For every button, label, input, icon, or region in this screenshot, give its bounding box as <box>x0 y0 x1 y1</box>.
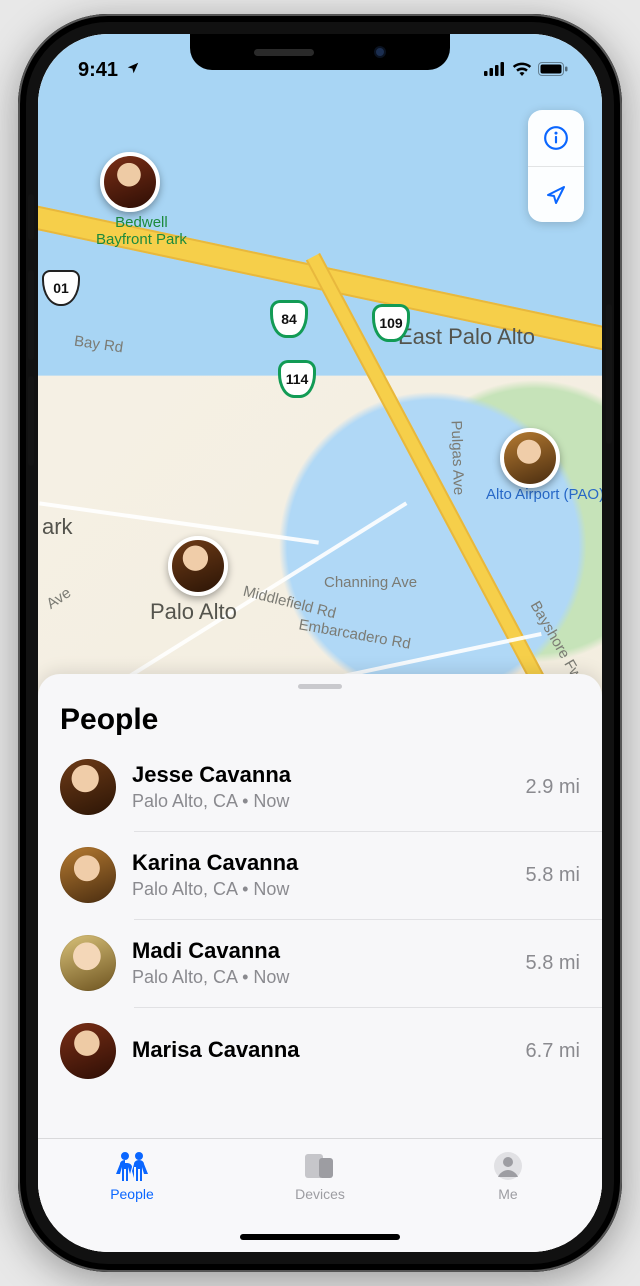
map-pin-jesse[interactable] <box>168 536 228 596</box>
people-row-karina[interactable]: Karina Cavanna Palo Alto, CA • Now 5.8 m… <box>38 831 602 919</box>
people-row-madi[interactable]: Madi Cavanna Palo Alto, CA • Now 5.8 mi <box>38 919 602 1007</box>
row-text: Jesse Cavanna Palo Alto, CA • Now <box>132 762 510 811</box>
home-indicator[interactable] <box>240 1234 400 1240</box>
map-locate-button[interactable] <box>528 166 584 222</box>
screen: 9:41 <box>38 34 602 1252</box>
tab-label: People <box>110 1186 154 1202</box>
person-name: Madi Cavanna <box>132 938 510 964</box>
volume-up-button <box>28 270 34 360</box>
person-subtitle: Palo Alto, CA • Now <box>132 791 510 812</box>
tab-devices[interactable]: Devices <box>227 1149 413 1202</box>
status-time-group: 9:41 <box>78 59 140 82</box>
person-subtitle: Palo Alto, CA • Now <box>132 879 510 900</box>
person-distance: 5.8 mi <box>526 952 580 975</box>
map-label-ark: ark <box>42 514 73 540</box>
row-text: Karina Cavanna Palo Alto, CA • Now <box>132 850 510 899</box>
map-label-east-palo-alto: East Palo Alto <box>398 324 535 350</box>
person-distance: 6.7 mi <box>526 1040 580 1063</box>
speaker-grille <box>254 49 314 56</box>
person-distance: 2.9 mi <box>526 776 580 799</box>
wifi-icon <box>512 59 532 82</box>
iphone-frame: 9:41 <box>18 14 622 1272</box>
person-name: Karina Cavanna <box>132 850 510 876</box>
route-shield-114: 114 <box>278 360 316 398</box>
status-right <box>484 59 568 82</box>
road <box>39 502 319 545</box>
map-label-palo-alto: Palo Alto <box>150 599 237 625</box>
status-time: 9:41 <box>78 59 118 81</box>
avatar <box>60 759 116 815</box>
map-pin-karina[interactable] <box>500 428 560 488</box>
map-pin-marisa[interactable] <box>100 152 160 212</box>
map-info-button[interactable] <box>528 110 584 166</box>
row-text: Madi Cavanna Palo Alto, CA • Now <box>132 938 510 987</box>
map-label-pulgas: Pulgas Ave <box>448 420 468 495</box>
route-shield-us101: 01 <box>42 270 80 306</box>
map-label-airport: Alto Airport (PAO) <box>486 486 602 503</box>
map-label-bay-rd: Bay Rd <box>73 333 124 357</box>
info-icon <box>543 125 569 151</box>
mute-switch <box>28 194 34 240</box>
sheet-title: People <box>60 703 580 737</box>
map-label-ave: Ave <box>43 584 74 612</box>
route-shield-109: 109 <box>372 304 410 342</box>
people-icon <box>113 1149 151 1183</box>
tab-label: Me <box>498 1186 517 1202</box>
location-services-icon <box>126 58 140 81</box>
cellular-signal-icon <box>484 59 506 82</box>
tab-me[interactable]: Me <box>415 1149 601 1202</box>
map-label-bedwell-park: Bedwell Bayfront Park <box>96 214 187 248</box>
map-controls <box>528 110 584 222</box>
devices-icon <box>303 1149 337 1183</box>
map-label-channing: Channing Ave <box>324 574 417 591</box>
person-subtitle: Palo Alto, CA • Now <box>132 967 510 988</box>
person-name: Jesse Cavanna <box>132 762 510 788</box>
route-shield-84: 84 <box>270 300 308 338</box>
location-arrow-icon <box>544 183 568 207</box>
sheet-grabber[interactable] <box>298 684 342 689</box>
avatar <box>60 847 116 903</box>
tab-people[interactable]: People <box>39 1149 225 1202</box>
people-row-marisa[interactable]: Marisa Cavanna 6.7 mi <box>38 1007 602 1095</box>
battery-icon <box>538 59 568 82</box>
people-row-jesse[interactable]: Jesse Cavanna Palo Alto, CA • Now 2.9 mi <box>38 743 602 831</box>
avatar <box>60 935 116 991</box>
person-name: Marisa Cavanna <box>132 1037 510 1063</box>
person-distance: 5.8 mi <box>526 864 580 887</box>
volume-down-button <box>28 376 34 466</box>
front-camera <box>374 46 386 58</box>
map-label-embarcadero: Embarcadero Rd <box>297 616 412 652</box>
side-button <box>606 304 612 444</box>
tab-label: Devices <box>295 1186 345 1202</box>
avatar <box>60 1023 116 1079</box>
person-circle-icon <box>493 1149 523 1183</box>
row-text: Marisa Cavanna <box>132 1037 510 1065</box>
notch <box>190 34 450 70</box>
